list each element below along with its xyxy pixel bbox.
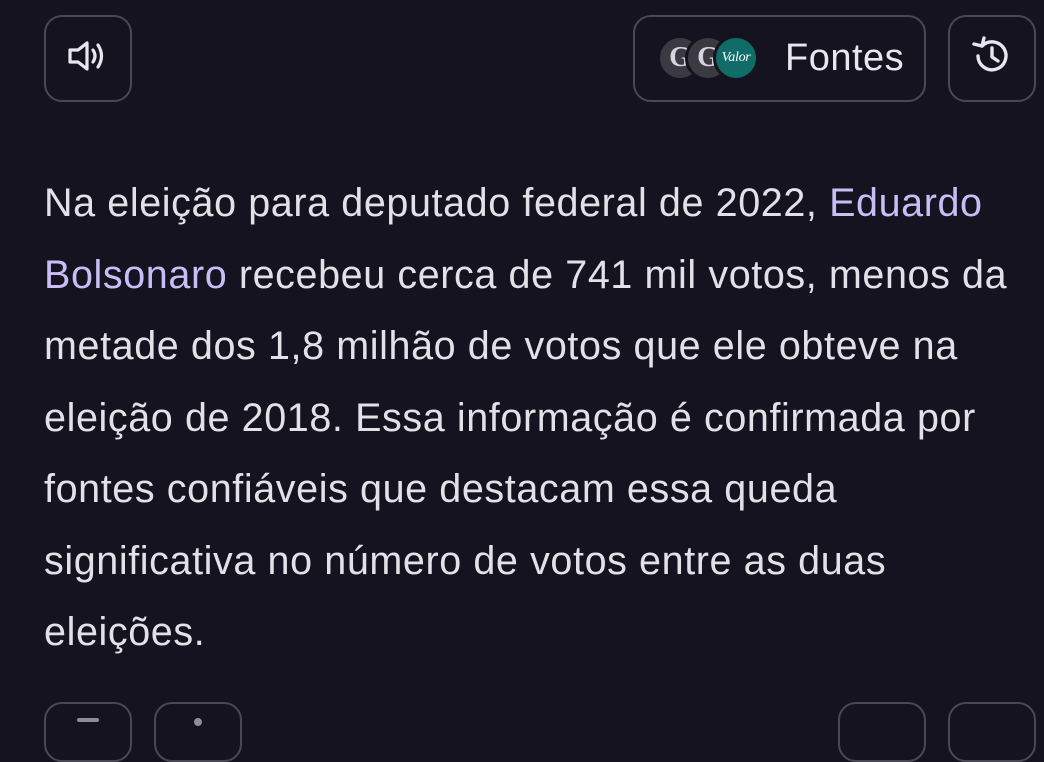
sources-label: Fontes <box>785 37 905 79</box>
share-icon <box>194 718 202 726</box>
answer-text-end: recebeu cerca de 741 mil votos, menos da… <box>44 252 1008 655</box>
like-button[interactable] <box>838 702 926 762</box>
source-favicon-valor: Valor <box>713 34 759 81</box>
history-icon <box>970 34 1014 83</box>
read-aloud-button[interactable] <box>44 15 132 102</box>
source-avatars: G G Valor <box>657 34 763 84</box>
answer-text-start: Na eleição para deputado federal de 2022… <box>44 181 830 225</box>
history-button[interactable] <box>948 15 1036 102</box>
dislike-button[interactable] <box>948 702 1036 762</box>
valor-logo-icon: Valor <box>721 49 751 65</box>
sources-button[interactable]: G G Valor Fontes <box>633 15 926 102</box>
copy-icon <box>77 718 99 722</box>
share-button[interactable] <box>154 702 242 762</box>
speaker-icon <box>67 39 109 78</box>
copy-button[interactable] <box>44 702 132 762</box>
answer-text: Na eleição para deputado federal de 2022… <box>44 168 1034 669</box>
